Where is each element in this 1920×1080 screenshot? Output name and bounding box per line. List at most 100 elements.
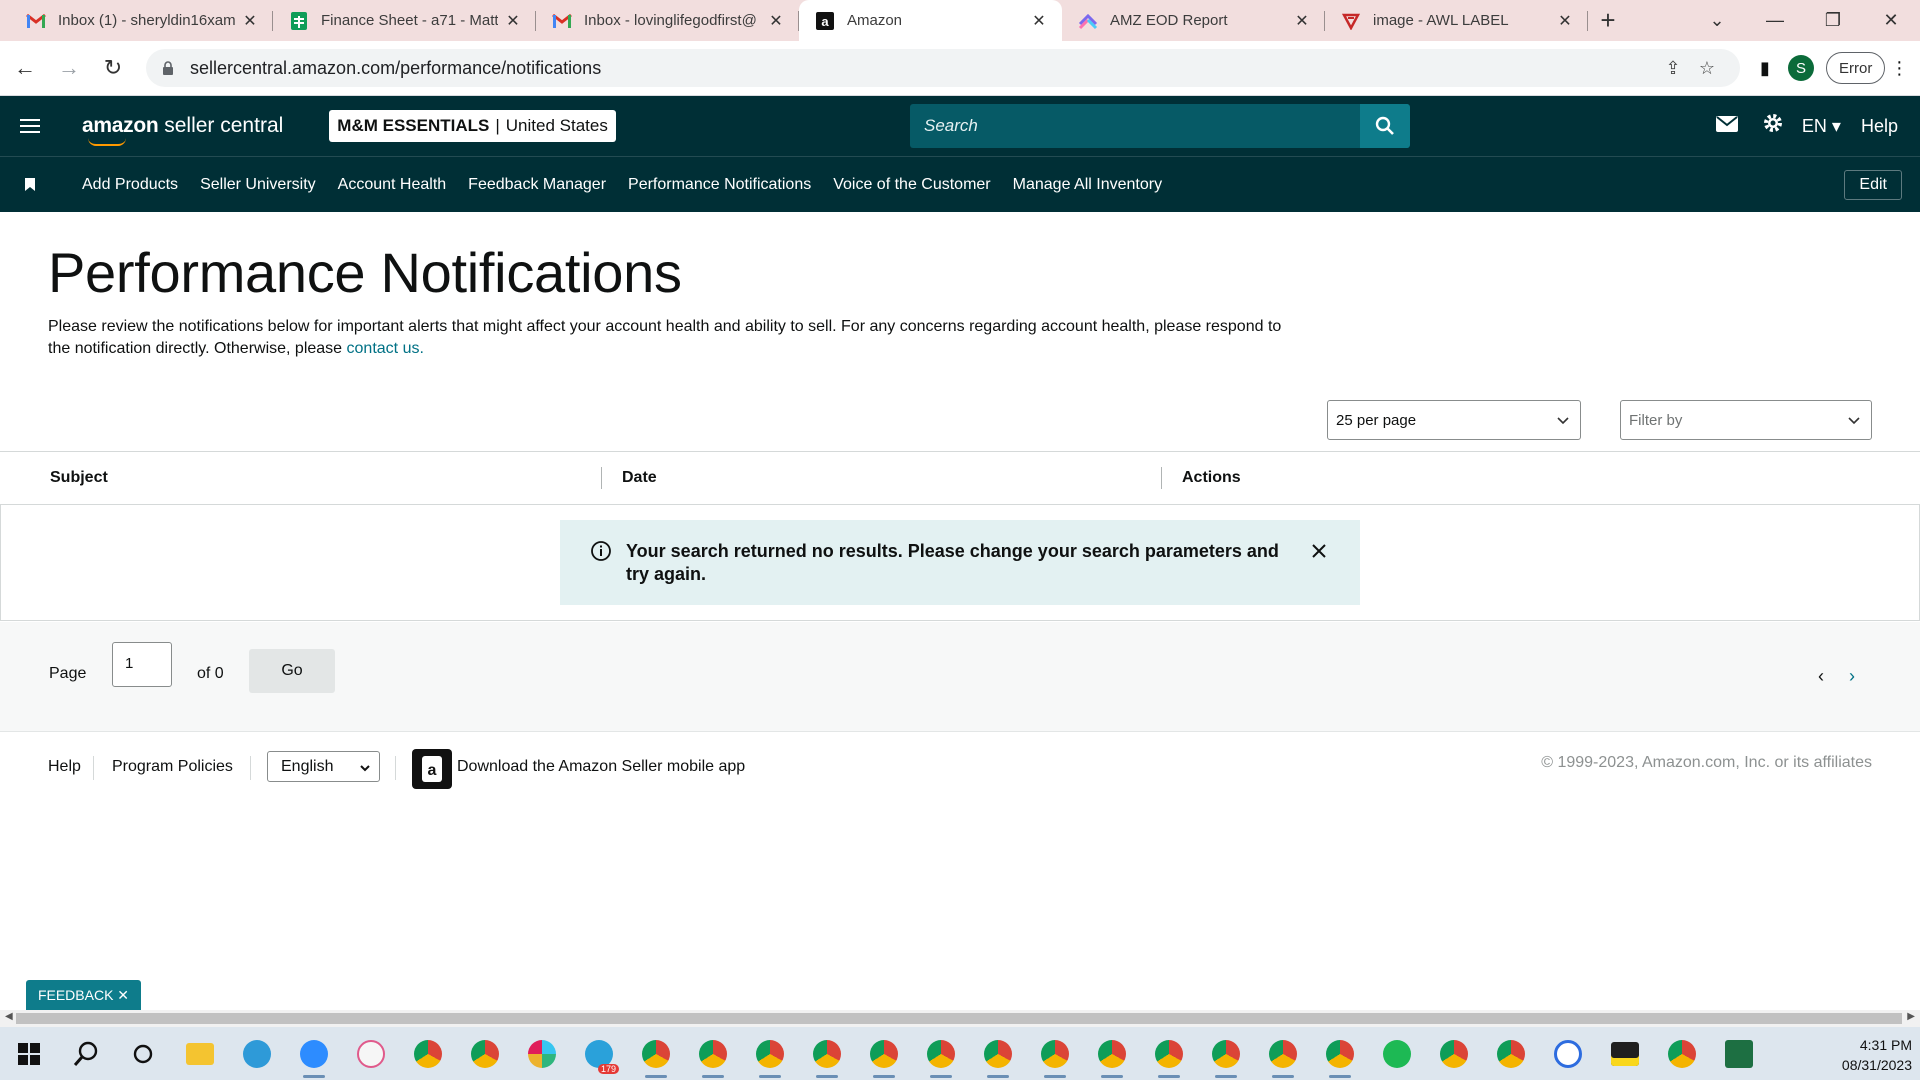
scroll-right-arrow-icon[interactable]: ▶ [1907,1011,1915,1022]
chrome-icon[interactable] [1482,1027,1539,1080]
excel-icon[interactable] [1710,1027,1767,1080]
hamburger-menu-icon[interactable] [0,96,60,156]
reload-button[interactable]: ↻ [94,55,132,81]
chrome-icon[interactable] [969,1027,1026,1080]
chrome-icon[interactable] [684,1027,741,1080]
amazon-app-icon[interactable]: a [412,749,452,789]
search-icon[interactable] [1360,104,1410,148]
search-icon[interactable] [57,1027,114,1080]
footer-program-policies-link[interactable]: Program Policies [112,758,233,776]
browser-tab-amz-eod[interactable]: AMZ EOD Report ✕ [1062,0,1325,41]
back-button[interactable]: ← [6,55,44,81]
nav-account-health[interactable]: Account Health [338,176,447,194]
restore-button[interactable]: ❐ [1804,10,1862,31]
chrome-icon[interactable] [1083,1027,1140,1080]
chrome-icon[interactable] [627,1027,684,1080]
column-header-actions: Actions [1182,469,1241,486]
edit-bookmarks-button[interactable]: Edit [1844,170,1902,200]
tab-close-icon[interactable]: ✕ [241,11,259,31]
chrome-icon[interactable] [1653,1027,1710,1080]
chrome-icon[interactable] [1311,1027,1368,1080]
nav-performance-notifications[interactable]: Performance Notifications [628,176,811,194]
side-panel-icon[interactable]: ▮ [1748,58,1782,79]
download-app-link[interactable]: Download the Amazon Seller mobile app [457,758,745,776]
start-icon[interactable] [0,1027,57,1080]
chrome-icon[interactable] [1254,1027,1311,1080]
new-tab-button[interactable]: + [1588,0,1628,41]
cortana-icon[interactable] [114,1027,171,1080]
share-icon[interactable]: ⇪ [1656,58,1690,79]
spotify-icon[interactable] [1368,1027,1425,1080]
footer-language-select[interactable]: English [267,751,380,782]
chrome-icon[interactable] [912,1027,969,1080]
sticky-notes-icon[interactable] [1596,1027,1653,1080]
language-selector[interactable]: EN ▾ [1802,116,1841,137]
column-header-date[interactable]: Date [622,469,657,487]
browser-tab-gmail-2[interactable]: Inbox - lovinglifegodfirst@ ✕ [536,0,799,41]
column-header-subject[interactable]: Subject [50,469,108,487]
mail-icon[interactable] [1704,115,1750,138]
go-button[interactable]: Go [249,649,335,693]
tab-close-icon[interactable]: ✕ [1556,11,1574,31]
amazon-icon: a [815,11,835,31]
taskbar-clock[interactable]: 4:31 PM 08/31/2023 [1842,1035,1912,1075]
help-link[interactable]: Help [1861,116,1898,137]
header-search-input[interactable]: Search [910,104,1408,148]
footer-help-link[interactable]: Help [48,758,81,776]
filter-by-select[interactable]: Filter by [1620,400,1872,440]
scrollbar-thumb[interactable] [16,1013,1902,1024]
telegram-icon[interactable]: 179 [570,1027,627,1080]
page-label: Page [49,665,87,682]
browser-tab-amazon[interactable]: a Amazon ✕ [799,0,1062,41]
chrome-icon[interactable] [1425,1027,1482,1080]
nav-add-products[interactable]: Add Products [82,176,178,194]
settings-gear-icon[interactable] [1750,112,1796,140]
close-window-button[interactable]: ✕ [1862,10,1920,31]
chrome-icon[interactable] [456,1027,513,1080]
tab-close-icon[interactable]: ✕ [767,11,785,31]
previous-page-icon[interactable]: ‹ [1818,666,1824,687]
slack-icon[interactable] [513,1027,570,1080]
snipping-tool-icon[interactable] [342,1027,399,1080]
chrome-icon[interactable] [1197,1027,1254,1080]
minimize-button[interactable]: — [1746,10,1804,31]
feedback-button[interactable]: FEEDBACK ✕ [26,980,141,1010]
nav-manage-all-inventory[interactable]: Manage All Inventory [1013,176,1162,194]
file-explorer-icon[interactable] [171,1027,228,1080]
tab-close-icon[interactable]: ✕ [1293,11,1311,31]
tab-search-icon[interactable]: ⌄ [1688,10,1746,31]
chrome-icon[interactable] [1140,1027,1197,1080]
chrome-icon[interactable] [1026,1027,1083,1080]
bookmark-star-icon[interactable]: ☆ [1690,58,1724,79]
bookmark-icon[interactable] [0,177,60,192]
edge-icon[interactable] [228,1027,285,1080]
contact-us-link[interactable]: contact us. [347,340,424,357]
scroll-left-arrow-icon[interactable]: ◀ [5,1011,13,1022]
chat-icon[interactable] [1539,1027,1596,1080]
chrome-icon[interactable] [399,1027,456,1080]
next-page-icon[interactable]: › [1849,666,1855,687]
forward-button[interactable]: → [50,55,88,81]
tab-close-icon[interactable]: ✕ [504,11,522,31]
error-chip[interactable]: Error [1826,52,1886,84]
seller-central-logo[interactable]: amazon seller central [82,114,283,146]
chrome-icon[interactable] [741,1027,798,1080]
browser-tab-awl-label[interactable]: image - AWL LABEL ✕ [1325,0,1588,41]
horizontal-scrollbar[interactable]: ◀ ▶ [0,1010,1920,1027]
chrome-icon[interactable] [855,1027,912,1080]
per-page-select[interactable]: 25 per page [1327,400,1581,440]
page-number-input[interactable]: 1 [112,642,172,687]
browser-tab-finance-sheet[interactable]: Finance Sheet - a71 - Matt ✕ [273,0,536,41]
zoom-icon[interactable] [285,1027,342,1080]
nav-feedback-manager[interactable]: Feedback Manager [468,176,606,194]
browser-tab-gmail-1[interactable]: Inbox (1) - sheryldin16xama ✕ [10,0,273,41]
nav-seller-university[interactable]: Seller University [200,176,316,194]
browser-menu-icon[interactable]: ⋮ [1887,58,1911,79]
account-switcher[interactable]: M&M ESSENTIALS | United States [329,110,616,142]
nav-voice-of-the-customer[interactable]: Voice of the Customer [833,176,990,194]
chrome-icon[interactable] [798,1027,855,1080]
close-icon[interactable] [1308,540,1330,562]
profile-avatar[interactable]: S [1788,55,1814,81]
tab-close-icon[interactable]: ✕ [1030,11,1048,31]
address-bar[interactable]: sellercentral.amazon.com/performance/not… [146,49,1740,87]
